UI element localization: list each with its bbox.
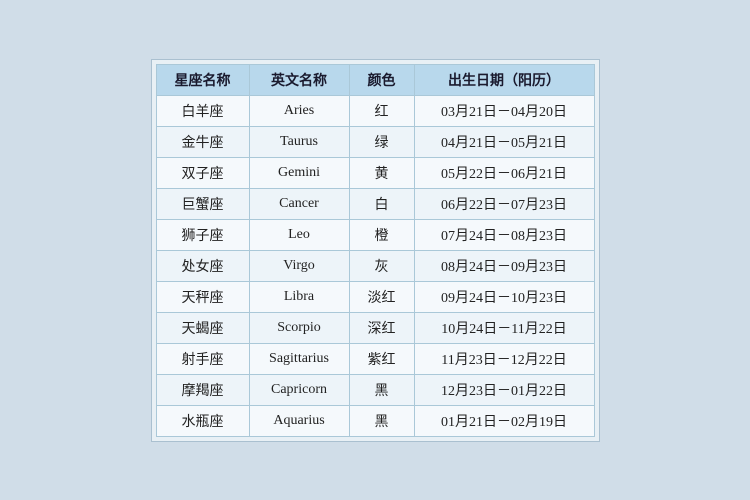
cell-color: 白 xyxy=(349,188,414,219)
cell-color: 深红 xyxy=(349,312,414,343)
cell-date: 10月24日－11月22日 xyxy=(414,312,594,343)
cell-zh: 天秤座 xyxy=(156,281,249,312)
zodiac-table-wrapper: 星座名称 英文名称 颜色 出生日期（阳历） 白羊座Aries红03月21日－04… xyxy=(151,59,600,442)
cell-zh: 射手座 xyxy=(156,343,249,374)
cell-date: 05月22日－06月21日 xyxy=(414,157,594,188)
cell-color: 淡红 xyxy=(349,281,414,312)
cell-en: Aquarius xyxy=(249,405,349,436)
cell-date: 09月24日－10月23日 xyxy=(414,281,594,312)
cell-zh: 金牛座 xyxy=(156,126,249,157)
cell-en: Capricorn xyxy=(249,374,349,405)
cell-zh: 天蝎座 xyxy=(156,312,249,343)
cell-date: 07月24日－08月23日 xyxy=(414,219,594,250)
cell-en: Cancer xyxy=(249,188,349,219)
table-row: 白羊座Aries红03月21日－04月20日 xyxy=(156,95,594,126)
cell-en: Sagittarius xyxy=(249,343,349,374)
cell-en: Taurus xyxy=(249,126,349,157)
header-color: 颜色 xyxy=(349,64,414,95)
header-zh: 星座名称 xyxy=(156,64,249,95)
cell-en: Libra xyxy=(249,281,349,312)
cell-en: Scorpio xyxy=(249,312,349,343)
table-row: 狮子座Leo橙07月24日－08月23日 xyxy=(156,219,594,250)
table-row: 双子座Gemini黄05月22日－06月21日 xyxy=(156,157,594,188)
cell-color: 绿 xyxy=(349,126,414,157)
cell-color: 黄 xyxy=(349,157,414,188)
cell-zh: 摩羯座 xyxy=(156,374,249,405)
cell-zh: 白羊座 xyxy=(156,95,249,126)
table-row: 摩羯座Capricorn黑12月23日－01月22日 xyxy=(156,374,594,405)
cell-date: 01月21日－02月19日 xyxy=(414,405,594,436)
cell-date: 04月21日－05月21日 xyxy=(414,126,594,157)
header-date: 出生日期（阳历） xyxy=(414,64,594,95)
cell-date: 08月24日－09月23日 xyxy=(414,250,594,281)
cell-date: 06月22日－07月23日 xyxy=(414,188,594,219)
cell-zh: 双子座 xyxy=(156,157,249,188)
cell-date: 12月23日－01月22日 xyxy=(414,374,594,405)
cell-color: 黑 xyxy=(349,374,414,405)
cell-zh: 处女座 xyxy=(156,250,249,281)
zodiac-table: 星座名称 英文名称 颜色 出生日期（阳历） 白羊座Aries红03月21日－04… xyxy=(156,64,595,437)
cell-zh: 水瓶座 xyxy=(156,405,249,436)
table-row: 天蝎座Scorpio深红10月24日－11月22日 xyxy=(156,312,594,343)
table-row: 天秤座Libra淡红09月24日－10月23日 xyxy=(156,281,594,312)
table-header-row: 星座名称 英文名称 颜色 出生日期（阳历） xyxy=(156,64,594,95)
cell-zh: 巨蟹座 xyxy=(156,188,249,219)
cell-color: 橙 xyxy=(349,219,414,250)
table-row: 射手座Sagittarius紫红11月23日－12月22日 xyxy=(156,343,594,374)
cell-en: Virgo xyxy=(249,250,349,281)
cell-color: 灰 xyxy=(349,250,414,281)
cell-en: Gemini xyxy=(249,157,349,188)
cell-date: 11月23日－12月22日 xyxy=(414,343,594,374)
table-row: 金牛座Taurus绿04月21日－05月21日 xyxy=(156,126,594,157)
table-row: 处女座Virgo灰08月24日－09月23日 xyxy=(156,250,594,281)
cell-date: 03月21日－04月20日 xyxy=(414,95,594,126)
cell-en: Leo xyxy=(249,219,349,250)
cell-color: 紫红 xyxy=(349,343,414,374)
cell-color: 黑 xyxy=(349,405,414,436)
header-en: 英文名称 xyxy=(249,64,349,95)
table-row: 巨蟹座Cancer白06月22日－07月23日 xyxy=(156,188,594,219)
cell-zh: 狮子座 xyxy=(156,219,249,250)
table-row: 水瓶座Aquarius黑01月21日－02月19日 xyxy=(156,405,594,436)
cell-color: 红 xyxy=(349,95,414,126)
cell-en: Aries xyxy=(249,95,349,126)
